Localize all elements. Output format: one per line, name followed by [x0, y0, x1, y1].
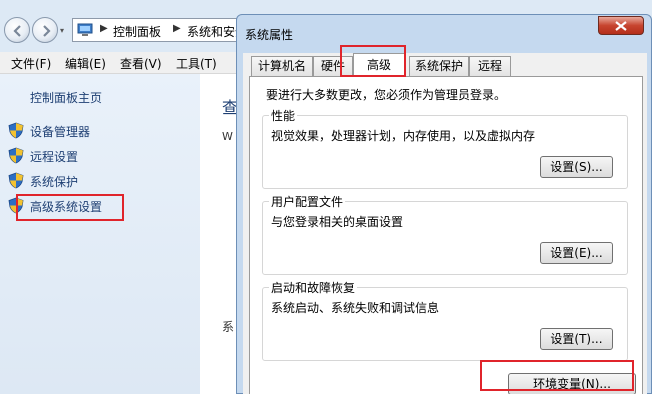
tab-remote[interactable]: 远程	[469, 56, 511, 76]
menu-view[interactable]: 查看(V)	[120, 55, 162, 72]
sidebar-item-label: 设备管理器	[30, 125, 91, 139]
sidebar: 控制面板主页 设备管理器 远程设置 系统保护 高级系统设置	[0, 74, 200, 394]
menu-tools[interactable]: 工具(T)	[176, 55, 217, 72]
highlight-box-env-variables	[480, 360, 634, 391]
content-subtitle: W	[222, 130, 233, 143]
close-icon	[615, 21, 627, 31]
highlight-box-advanced-tab	[340, 45, 406, 77]
forward-arrow-icon	[43, 25, 51, 37]
performance-settings-button[interactable]: 设置(S)...	[540, 156, 613, 178]
back-button[interactable]	[4, 17, 30, 43]
startup-recovery-settings-button[interactable]: 设置(T)...	[540, 328, 613, 350]
uac-shield-icon	[8, 172, 24, 189]
user-profiles-group: 用户配置文件 与您登录相关的桌面设置 设置(E)...	[262, 193, 628, 275]
sidebar-item-label: 远程设置	[30, 150, 79, 164]
recent-pages-dropdown-icon[interactable]: ▾	[60, 26, 68, 35]
address-bar[interactable]: ▶ 控制面板 ▶ 系统和安全	[72, 18, 242, 42]
group-description: 系统启动、系统失败和调试信息	[271, 301, 440, 315]
control-panel-icon	[77, 23, 93, 36]
tab-system-protection[interactable]: 系统保护	[409, 56, 469, 76]
breadcrumb-control-panel[interactable]: 控制面板	[113, 23, 161, 40]
breadcrumb-separator-icon: ▶	[100, 23, 108, 34]
uac-shield-icon	[8, 147, 24, 164]
sidebar-item-label: 系统保护	[30, 175, 79, 189]
content-section-label: 系	[222, 320, 235, 334]
breadcrumb-system-security[interactable]: 系统和安全	[187, 23, 241, 40]
uac-shield-icon	[8, 122, 24, 139]
menu-file[interactable]: 文件(F)	[11, 55, 51, 72]
back-arrow-icon	[13, 25, 21, 37]
advanced-tab-panel: 要进行大多数更改，您必须作为管理员登录。 性能 视觉效果，处理器计划，内存使用，…	[249, 76, 643, 394]
system-properties-dialog: 系统属性 计算机名 硬件 系统保护 远程 要进行大多数更改，您必须作为管理员登录…	[236, 14, 652, 394]
forward-button[interactable]	[32, 17, 58, 43]
group-description: 视觉效果，处理器计划，内存使用，以及虚拟内存	[271, 129, 536, 143]
menu-edit[interactable]: 编辑(E)	[65, 55, 106, 72]
group-title: 用户配置文件	[269, 193, 346, 210]
user-profiles-settings-button[interactable]: 设置(E)...	[540, 242, 613, 264]
highlight-box-advanced-settings	[16, 194, 124, 221]
admin-notice: 要进行大多数更改，您必须作为管理员登录。	[266, 88, 507, 102]
group-title: 启动和故障恢复	[269, 279, 358, 296]
close-button[interactable]	[598, 16, 644, 35]
dialog-title: 系统属性	[245, 28, 294, 42]
menu-bar: 文件(F) 编辑(E) 查看(V) 工具(T)	[0, 52, 236, 74]
breadcrumb-separator-icon: ▶	[173, 23, 181, 34]
performance-group: 性能 视觉效果，处理器计划，内存使用，以及虚拟内存 设置(S)...	[262, 107, 628, 189]
startup-recovery-group: 启动和故障恢复 系统启动、系统失败和调试信息 设置(T)...	[262, 279, 628, 361]
content-area: 查 W 系	[200, 74, 238, 394]
group-description: 与您登录相关的桌面设置	[271, 215, 404, 229]
sidebar-home-link[interactable]: 控制面板主页	[30, 89, 102, 106]
group-title: 性能	[269, 107, 298, 124]
tab-computer-name[interactable]: 计算机名	[251, 56, 313, 76]
